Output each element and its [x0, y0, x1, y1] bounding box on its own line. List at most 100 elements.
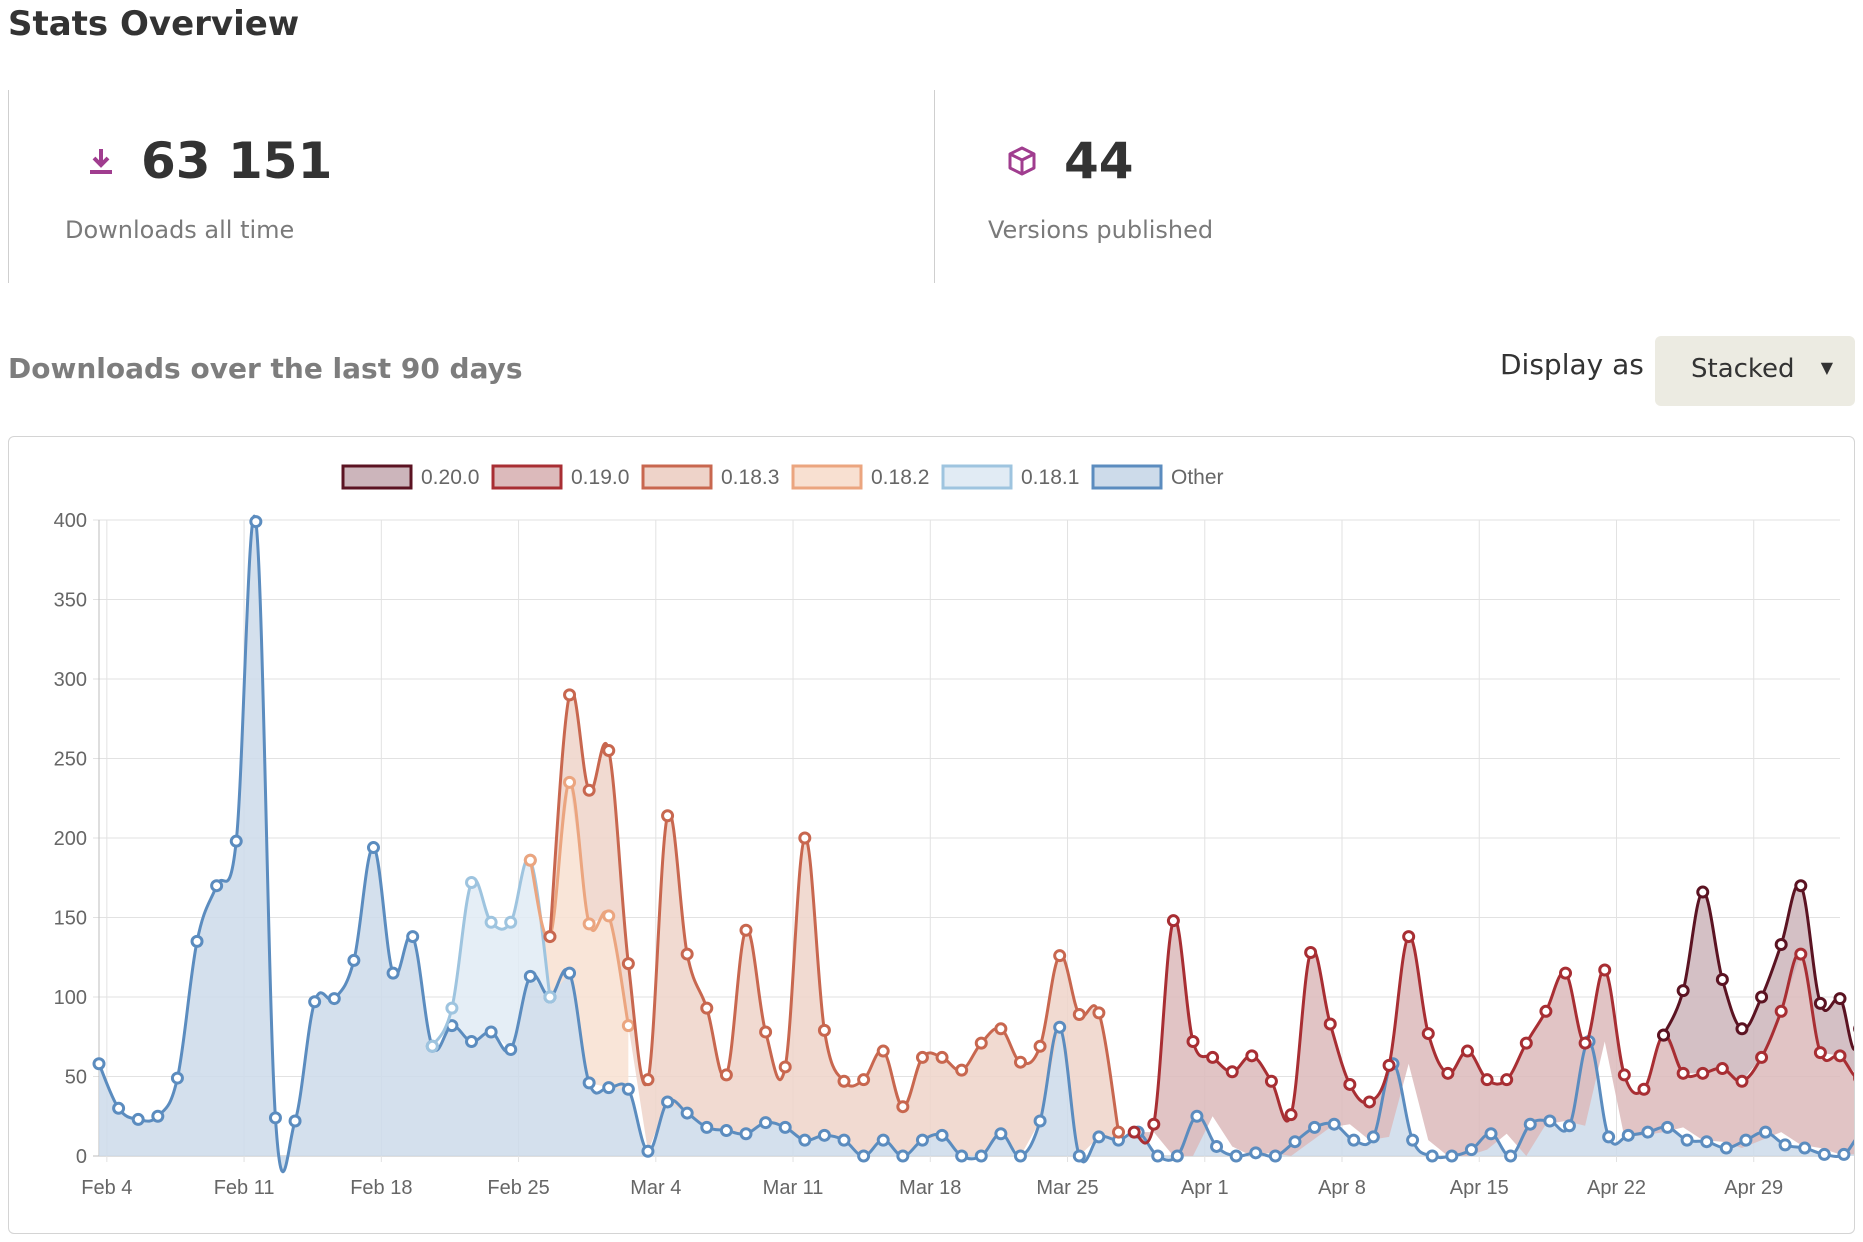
display-as-label: Display as: [1500, 348, 1644, 381]
data-point: [837, 1074, 851, 1088]
data-point: [465, 876, 479, 890]
data-point: [1072, 1007, 1086, 1021]
data-point: [680, 1106, 694, 1120]
x-tick-label: Feb 25: [487, 1177, 549, 1199]
y-tick-label: 350: [54, 590, 87, 612]
data-point: [1758, 1125, 1772, 1139]
data-point: [1245, 1049, 1259, 1063]
data-point: [1817, 1147, 1831, 1161]
data-point: [1480, 1073, 1494, 1087]
data-point: [1837, 1147, 1851, 1161]
legend-swatch: [491, 464, 563, 490]
data-point: [955, 1063, 969, 1077]
versions-stat-card: 44 Versions published: [934, 90, 1860, 283]
data-point: [288, 1114, 302, 1128]
data-point: [1366, 1130, 1380, 1144]
data-point: [1578, 1036, 1592, 1050]
data-point: [994, 1022, 1008, 1036]
versions-count: 44: [1064, 132, 1134, 190]
data-point: [876, 1044, 890, 1058]
data-point: [1774, 938, 1788, 952]
data-point: [621, 1082, 635, 1096]
data-point: [1813, 996, 1827, 1010]
data-point: [1092, 1006, 1106, 1020]
data-point: [1327, 1117, 1341, 1131]
data-point: [1170, 1149, 1184, 1163]
data-point: [935, 1050, 949, 1064]
data-point: [1304, 945, 1318, 959]
y-tick-label: 400: [54, 510, 87, 532]
data-point: [1833, 1049, 1847, 1063]
legend-label: 0.18.1: [1021, 466, 1079, 489]
data-point: [484, 1025, 498, 1039]
data-point: [1755, 990, 1769, 1004]
series-area: [1663, 884, 1854, 1082]
data-point: [1696, 885, 1710, 899]
data-point: [1347, 1133, 1361, 1147]
data-point: [837, 1133, 851, 1147]
downloads-chart-heading: Downloads over the last 90 days: [8, 352, 523, 385]
y-tick-label: 300: [54, 669, 87, 691]
downloads-label: Downloads all time: [65, 216, 295, 244]
data-point: [857, 1073, 871, 1087]
x-tick-label: Mar 18: [899, 1177, 961, 1199]
x-tick-label: Feb 11: [214, 1177, 275, 1199]
data-point: [1500, 1073, 1514, 1087]
legend-swatch: [641, 464, 713, 490]
data-point: [661, 809, 675, 823]
chevron-down-icon: ▼: [1820, 358, 1833, 377]
data-point: [1484, 1127, 1498, 1141]
data-point: [1833, 992, 1847, 1006]
data-point: [523, 853, 537, 867]
data-point: [1559, 966, 1573, 980]
data-point: [249, 515, 263, 529]
display-mode-select[interactable]: Stacked ▼: [1655, 336, 1855, 406]
data-point: [1284, 1108, 1298, 1122]
x-tick-label: Apr 15: [1450, 1177, 1509, 1199]
x-tick-label: Mar 25: [1036, 1177, 1098, 1199]
data-point: [1092, 1130, 1106, 1144]
data-point: [484, 915, 498, 929]
data-point: [523, 969, 537, 983]
data-point: [661, 1095, 675, 1109]
data-point: [1268, 1149, 1282, 1163]
data-point: [1680, 1133, 1694, 1147]
data-point: [1719, 1141, 1733, 1155]
data-point: [1206, 1050, 1220, 1064]
data-point: [1402, 930, 1416, 944]
data-point: [778, 1120, 792, 1134]
download-icon: [90, 149, 112, 174]
data-point: [386, 966, 400, 980]
data-point: [798, 831, 812, 845]
data-point: [308, 995, 322, 1009]
data-point: [602, 744, 616, 758]
data-point: [935, 1128, 949, 1142]
data-point: [1013, 1055, 1027, 1069]
data-point: [465, 1035, 479, 1049]
data-point: [543, 930, 557, 944]
data-point: [1735, 1022, 1749, 1036]
data-point: [915, 1133, 929, 1147]
data-point: [1700, 1135, 1714, 1149]
data-point: [1778, 1138, 1792, 1152]
data-point: [719, 1124, 733, 1138]
data-point: [1562, 1119, 1576, 1133]
data-point: [1053, 949, 1067, 963]
legend-label: 0.18.3: [721, 466, 779, 489]
data-point: [366, 841, 380, 855]
data-point: [582, 783, 596, 797]
data-point: [1445, 1149, 1459, 1163]
data-point: [1382, 1058, 1396, 1072]
y-tick-label: 50: [65, 1067, 87, 1089]
data-point: [1739, 1133, 1753, 1147]
data-point: [1323, 1017, 1337, 1031]
data-point: [1425, 1149, 1439, 1163]
data-point: [92, 1057, 106, 1071]
data-point: [915, 1050, 929, 1064]
data-point: [1617, 1068, 1631, 1082]
data-point: [700, 1001, 714, 1015]
y-tick-label: 200: [54, 828, 87, 850]
data-point: [1147, 1117, 1161, 1131]
data-point: [1755, 1050, 1769, 1064]
legend-swatch: [1091, 464, 1163, 490]
